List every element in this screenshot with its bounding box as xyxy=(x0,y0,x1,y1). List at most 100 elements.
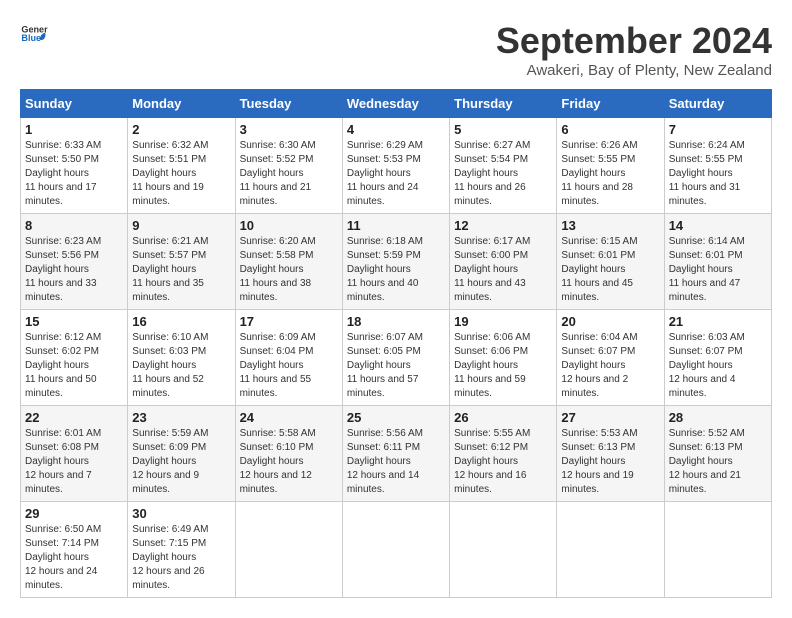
weekday-header-friday: Friday xyxy=(557,90,664,118)
calendar-cell: 2Sunrise: 6:32 AMSunset: 5:51 PMDaylight… xyxy=(128,118,235,214)
day-number: 17 xyxy=(240,314,338,329)
day-number: 20 xyxy=(561,314,659,329)
weekday-header-monday: Monday xyxy=(128,90,235,118)
weekday-header-sunday: Sunday xyxy=(21,90,128,118)
day-info: Sunrise: 6:10 AMSunset: 6:03 PMDaylight … xyxy=(132,331,230,401)
calendar-cell xyxy=(557,502,664,598)
day-number: 28 xyxy=(669,410,767,425)
day-number: 4 xyxy=(347,122,445,137)
day-info: Sunrise: 6:29 AMSunset: 5:53 PMDaylight … xyxy=(347,139,445,209)
calendar-cell: 17 Sunrise: 6:09 AMSunset: 6:04 PMDayligh… xyxy=(235,310,342,406)
day-number: 26 xyxy=(454,410,552,425)
day-number: 19 xyxy=(454,314,552,329)
day-number: 29 xyxy=(25,506,123,521)
day-number: 7 xyxy=(669,122,767,137)
calendar-cell: 4 Sunrise: 6:29 AMSunset: 5:53 PMDaylight… xyxy=(342,118,449,214)
day-number: 8 xyxy=(25,218,123,233)
day-number: 27 xyxy=(561,410,659,425)
calendar-week-4: 22Sunrise: 6:01 AMSunset: 6:08 PMDayligh… xyxy=(21,406,772,502)
calendar-cell: 29 Sunrise: 6:50 AMSunset: 7:14 PMDayligh… xyxy=(21,502,128,598)
header: General Blue September 2024 Awakeri, Bay… xyxy=(20,20,772,79)
day-info: Sunrise: 6:50 AMSunset: 7:14 PMDaylight … xyxy=(25,523,123,593)
calendar-cell: 22Sunrise: 6:01 AMSunset: 6:08 PMDayligh… xyxy=(21,406,128,502)
day-number: 6 xyxy=(561,122,659,137)
day-number: 16 xyxy=(132,314,230,329)
day-info: Sunrise: 6:30 AMSunset: 5:52 PMDaylight … xyxy=(240,139,338,209)
day-number: 5 xyxy=(454,122,552,137)
day-info: Sunrise: 6:23 AMSunset: 5:56 PMDaylight … xyxy=(25,235,123,305)
calendar-cell: 27 Sunrise: 5:53 AMSunset: 6:13 PMDayligh… xyxy=(557,406,664,502)
day-info: Sunrise: 6:03 AMSunset: 6:07 PMDaylight … xyxy=(669,331,767,401)
calendar-cell: 14 Sunrise: 6:14 AMSunset: 6:01 PMDayligh… xyxy=(664,214,771,310)
calendar-cell: 16 Sunrise: 6:10 AMSunset: 6:03 PMDayligh… xyxy=(128,310,235,406)
title-area: September 2024 Awakeri, Bay of Plenty, N… xyxy=(496,20,772,79)
calendar-cell: 25 Sunrise: 5:56 AMSunset: 6:11 PMDayligh… xyxy=(342,406,449,502)
logo: General Blue xyxy=(20,20,48,48)
weekday-header-tuesday: Tuesday xyxy=(235,90,342,118)
day-info: Sunrise: 6:33 AMSunset: 5:50 PMDaylight … xyxy=(25,139,123,209)
day-info: Sunrise: 6:26 AMSunset: 5:55 PMDaylight … xyxy=(561,139,659,209)
calendar-cell: 8 Sunrise: 6:23 AMSunset: 5:56 PMDaylight… xyxy=(21,214,128,310)
weekday-header-thursday: Thursday xyxy=(450,90,557,118)
calendar-cell: 13 Sunrise: 6:15 AMSunset: 6:01 PMDayligh… xyxy=(557,214,664,310)
calendar-cell: 21 Sunrise: 6:03 AMSunset: 6:07 PMDayligh… xyxy=(664,310,771,406)
day-info: Sunrise: 6:17 AMSunset: 6:00 PMDaylight … xyxy=(454,235,552,305)
day-number: 15 xyxy=(25,314,123,329)
day-info: Sunrise: 6:32 AMSunset: 5:51 PMDaylight … xyxy=(132,139,230,209)
calendar-cell: 11Sunrise: 6:18 AMSunset: 5:59 PMDayligh… xyxy=(342,214,449,310)
calendar-cell xyxy=(664,502,771,598)
day-number: 3 xyxy=(240,122,338,137)
calendar-week-5: 29 Sunrise: 6:50 AMSunset: 7:14 PMDayligh… xyxy=(21,502,772,598)
day-number: 21 xyxy=(669,314,767,329)
calendar-cell: 7 Sunrise: 6:24 AMSunset: 5:55 PMDaylight… xyxy=(664,118,771,214)
day-number: 24 xyxy=(240,410,338,425)
day-info: Sunrise: 6:24 AMSunset: 5:55 PMDaylight … xyxy=(669,139,767,209)
calendar-cell: 30 Sunrise: 6:49 AMSunset: 7:15 PMDayligh… xyxy=(128,502,235,598)
calendar-cell: 10Sunrise: 6:20 AMSunset: 5:58 PMDayligh… xyxy=(235,214,342,310)
day-number: 1 xyxy=(25,122,123,137)
day-number: 10 xyxy=(240,218,338,233)
calendar-cell: 19 Sunrise: 6:06 AMSunset: 6:06 PMDayligh… xyxy=(450,310,557,406)
day-info: Sunrise: 6:09 AMSunset: 6:04 PMDaylight … xyxy=(240,331,338,401)
calendar-cell xyxy=(235,502,342,598)
day-info: Sunrise: 5:59 AMSunset: 6:09 PMDaylight … xyxy=(132,427,230,497)
day-info: Sunrise: 6:14 AMSunset: 6:01 PMDaylight … xyxy=(669,235,767,305)
day-number: 30 xyxy=(132,506,230,521)
weekday-header-row: SundayMondayTuesdayWednesdayThursdayFrid… xyxy=(21,90,772,118)
month-year-title: September 2024 xyxy=(496,20,772,62)
calendar-cell: 3 Sunrise: 6:30 AMSunset: 5:52 PMDaylight… xyxy=(235,118,342,214)
calendar-cell: 23 Sunrise: 5:59 AMSunset: 6:09 PMDayligh… xyxy=(128,406,235,502)
calendar-week-3: 15Sunrise: 6:12 AMSunset: 6:02 PMDayligh… xyxy=(21,310,772,406)
day-number: 13 xyxy=(561,218,659,233)
day-info: Sunrise: 6:06 AMSunset: 6:06 PMDaylight … xyxy=(454,331,552,401)
day-number: 25 xyxy=(347,410,445,425)
day-info: Sunrise: 6:49 AMSunset: 7:15 PMDaylight … xyxy=(132,523,230,593)
calendar-week-1: 1 Sunrise: 6:33 AMSunset: 5:50 PMDaylight… xyxy=(21,118,772,214)
calendar-cell: 24 Sunrise: 5:58 AMSunset: 6:10 PMDayligh… xyxy=(235,406,342,502)
day-number: 11 xyxy=(347,218,445,233)
calendar-cell: 26Sunrise: 5:55 AMSunset: 6:12 PMDayligh… xyxy=(450,406,557,502)
calendar-cell: 5Sunrise: 6:27 AMSunset: 5:54 PMDaylight… xyxy=(450,118,557,214)
calendar-cell: 15Sunrise: 6:12 AMSunset: 6:02 PMDayligh… xyxy=(21,310,128,406)
svg-text:Blue: Blue xyxy=(21,33,41,43)
day-info: Sunrise: 5:58 AMSunset: 6:10 PMDaylight … xyxy=(240,427,338,497)
day-info: Sunrise: 5:56 AMSunset: 6:11 PMDaylight … xyxy=(347,427,445,497)
calendar-cell xyxy=(450,502,557,598)
day-number: 22 xyxy=(25,410,123,425)
calendar-cell: 1 Sunrise: 6:33 AMSunset: 5:50 PMDaylight… xyxy=(21,118,128,214)
day-info: Sunrise: 6:15 AMSunset: 6:01 PMDaylight … xyxy=(561,235,659,305)
calendar-cell: 18Sunrise: 6:07 AMSunset: 6:05 PMDayligh… xyxy=(342,310,449,406)
calendar-cell: 28 Sunrise: 5:52 AMSunset: 6:13 PMDayligh… xyxy=(664,406,771,502)
location-subtitle: Awakeri, Bay of Plenty, New Zealand xyxy=(496,62,772,79)
calendar-cell: 20 Sunrise: 6:04 AMSunset: 6:07 PMDayligh… xyxy=(557,310,664,406)
day-info: Sunrise: 6:21 AMSunset: 5:57 PMDaylight … xyxy=(132,235,230,305)
weekday-header-saturday: Saturday xyxy=(664,90,771,118)
day-info: Sunrise: 5:52 AMSunset: 6:13 PMDaylight … xyxy=(669,427,767,497)
day-number: 14 xyxy=(669,218,767,233)
day-info: Sunrise: 6:04 AMSunset: 6:07 PMDaylight … xyxy=(561,331,659,401)
calendar-table: SundayMondayTuesdayWednesdayThursdayFrid… xyxy=(20,89,772,598)
calendar-cell: 6 Sunrise: 6:26 AMSunset: 5:55 PMDaylight… xyxy=(557,118,664,214)
day-number: 12 xyxy=(454,218,552,233)
day-number: 23 xyxy=(132,410,230,425)
day-info: Sunrise: 5:53 AMSunset: 6:13 PMDaylight … xyxy=(561,427,659,497)
